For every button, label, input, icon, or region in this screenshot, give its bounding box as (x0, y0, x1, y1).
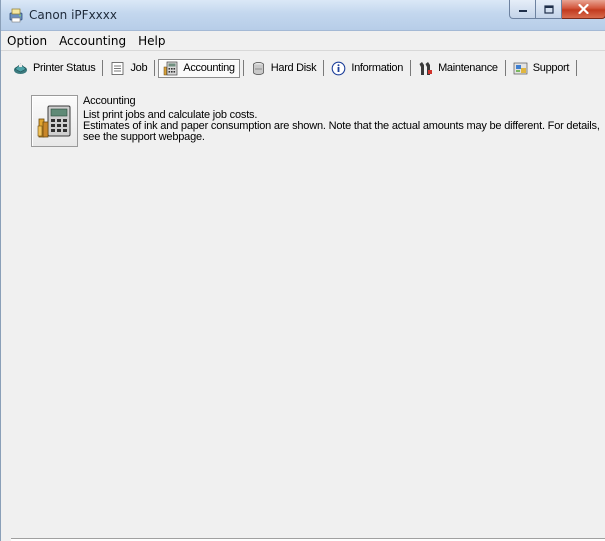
close-icon (578, 4, 589, 14)
tab-printer-status[interactable]: Printer Status (9, 59, 99, 78)
menu-bar: Option Accounting Help (1, 31, 605, 51)
tab-information[interactable]: Information (327, 59, 407, 78)
caption-buttons (509, 0, 605, 20)
tab-label: Information (351, 62, 404, 74)
tab-hard-disk[interactable]: Hard Disk (247, 59, 321, 78)
panel-title: Accounting (83, 95, 136, 107)
tab-label: Job (130, 62, 148, 74)
tab-label: Accounting (183, 62, 235, 74)
accounting-launch-button[interactable] (31, 95, 78, 147)
hard-disk-icon (252, 61, 264, 75)
title-bar[interactable]: Canon iPFxxxx (1, 0, 605, 31)
tab-label: Hard Disk (270, 62, 317, 74)
canon-printer-app-icon (9, 8, 23, 23)
window-title: Canon iPFxxxx (29, 8, 117, 22)
tab-accounting[interactable]: Accounting (158, 58, 240, 78)
menu-option[interactable]: Option (1, 31, 53, 50)
tab-separator (504, 60, 506, 76)
tab-separator (102, 60, 104, 76)
minimize-icon (518, 10, 527, 12)
support-icon (513, 62, 528, 74)
tab-separator (242, 60, 244, 76)
accounting-panel: Accounting List print jobs and calculate… (11, 86, 605, 537)
tab-separator (323, 60, 325, 76)
description-line: see the support webpage. (83, 131, 205, 143)
tab-maintenance[interactable]: Maintenance (414, 59, 502, 78)
menu-help[interactable]: Help (132, 31, 171, 50)
printer-status-icon (14, 63, 27, 74)
tab-separator (154, 60, 156, 76)
tab-separator (576, 60, 578, 76)
maximize-icon (543, 4, 554, 14)
tab-support[interactable]: Support (509, 59, 573, 78)
application-window: Canon iPFxxxx Option Accounting Help Pri… (0, 0, 605, 541)
maximize-button[interactable] (536, 0, 562, 19)
tab-label: Printer Status (33, 62, 96, 74)
tab-separator (410, 60, 412, 76)
job-list-icon (112, 61, 124, 75)
tab-job[interactable]: Job (106, 59, 151, 78)
close-button[interactable] (562, 0, 605, 19)
tab-label: Support (532, 62, 570, 74)
tool-tab-bar: Printer Status Job Accounting Hard Disk … (9, 57, 580, 79)
accounting-icon (164, 61, 178, 75)
information-icon (331, 61, 346, 75)
accounting-calculator-icon (37, 105, 70, 138)
minimize-button[interactable] (509, 0, 536, 19)
accounting-description: Accounting List print jobs and calculate… (83, 95, 600, 143)
maintenance-icon (419, 61, 433, 75)
menu-accounting[interactable]: Accounting (53, 31, 132, 50)
tab-label: Maintenance (438, 62, 498, 74)
